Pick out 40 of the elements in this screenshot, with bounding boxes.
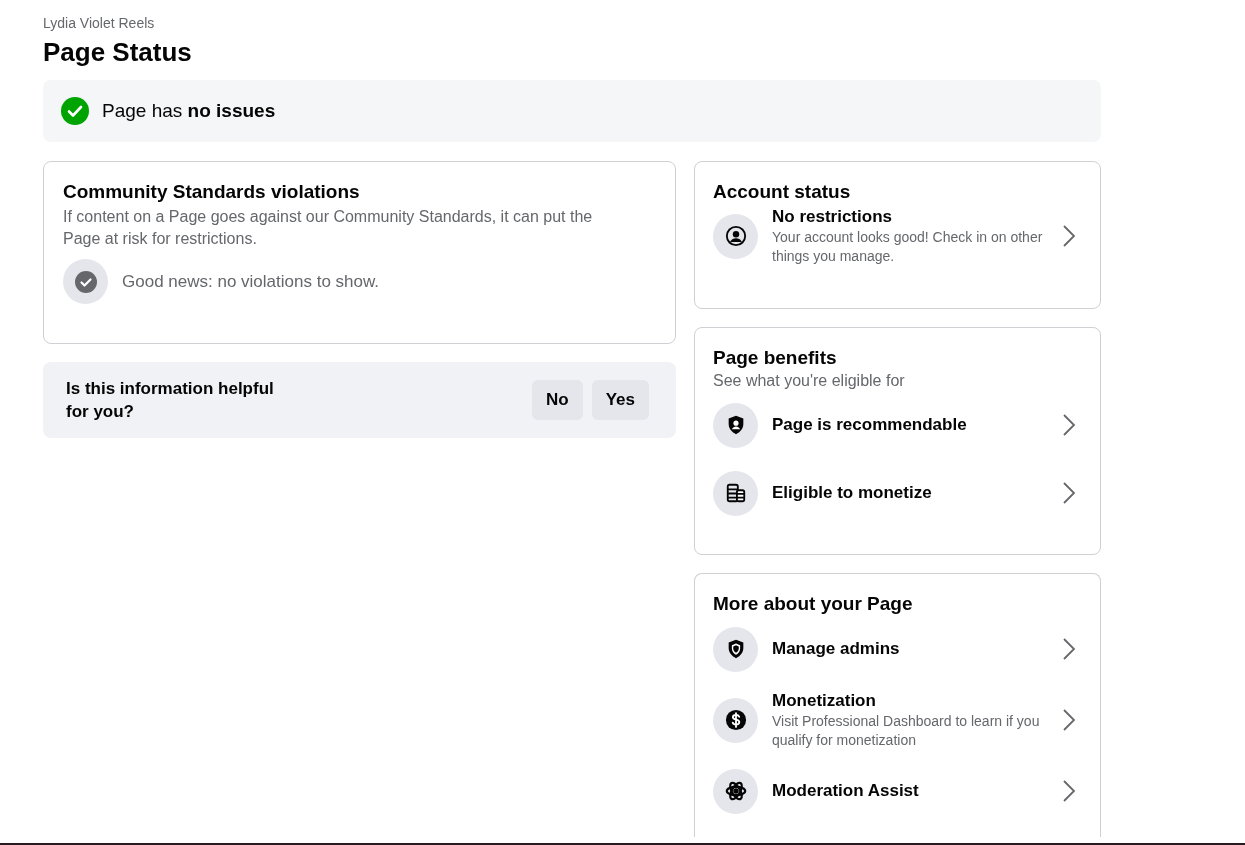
- item-title: Eligible to monetize: [772, 482, 933, 504]
- page-name: Lydia Violet Reels: [43, 14, 156, 32]
- item-title: Moderation Assist: [772, 780, 920, 802]
- card-title: Page benefits: [713, 346, 838, 370]
- list-item[interactable]: Manage admins: [713, 622, 1082, 676]
- dollar-icon: [713, 697, 758, 743]
- list-item[interactable]: Page is recommendable: [713, 398, 1082, 452]
- chevron-icon: [1062, 637, 1076, 661]
- item-title: Monetization: [772, 690, 877, 712]
- atom-icon: [713, 768, 758, 814]
- feedback-question: Is this information helpful for you?: [66, 378, 275, 423]
- page-title: Page Status: [43, 36, 193, 68]
- item-description: Your account looks good! Check in on other things you manage.: [772, 228, 1044, 266]
- list-item[interactable]: Eligible to monetize: [713, 466, 1082, 520]
- card-title: Community Standards violations: [63, 180, 361, 204]
- list-item[interactable]: Monetization Visit Professional Dashboard to learn if you qualify for monetization: [713, 690, 1082, 750]
- item-title: No restrictions: [772, 206, 893, 228]
- chevron-icon: [1062, 224, 1076, 248]
- list-item[interactable]: No restrictions Your account looks good! Check in on other things you manage.: [713, 206, 1082, 266]
- chevron-icon: [1062, 708, 1076, 732]
- person-icon: [713, 213, 758, 259]
- card-description: If content on a Page goes against our Community Standards, it can put the Page at risk for restrictions.: [63, 207, 594, 249]
- chevron-icon: [1062, 481, 1076, 505]
- item-title: Manage admins: [772, 638, 901, 660]
- list-item[interactable]: Moderation Assist: [713, 764, 1082, 818]
- card-subtitle: See what you're eligible for: [713, 371, 906, 391]
- item-title: Page is recommendable: [772, 414, 968, 436]
- shield-person-icon: [713, 402, 758, 448]
- check-icon: [61, 97, 89, 125]
- feedback-button[interactable]: Yes: [591, 380, 649, 420]
- chevron-icon: [1062, 779, 1076, 803]
- shield-icon: [713, 626, 758, 672]
- card-title: Account status: [713, 180, 852, 204]
- coin-stack-icon: [713, 470, 758, 516]
- feedback-button[interactable]: No: [532, 380, 583, 420]
- status-text: Page has no issues: [102, 98, 276, 123]
- item-description: Visit Professional Dashboard to learn if you qualify for monetization: [772, 712, 1041, 750]
- empty-message: Good news: no violations to show.: [122, 270, 380, 293]
- chevron-icon: [1062, 413, 1076, 437]
- card-title: More about your Page: [713, 592, 914, 616]
